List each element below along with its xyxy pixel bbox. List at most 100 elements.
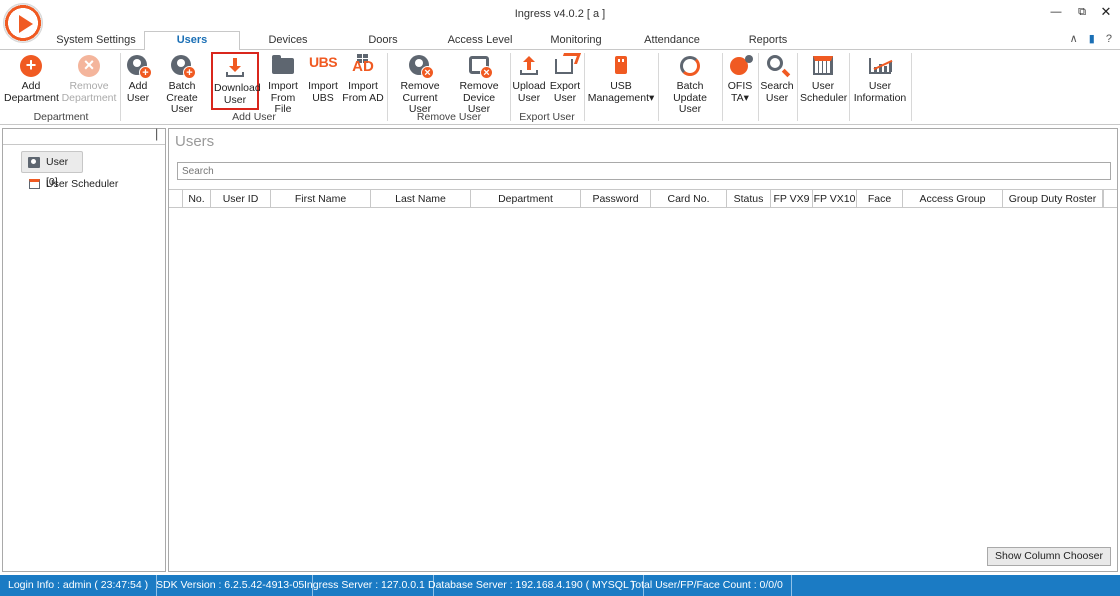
status-database-server: Database Server : 192.168.4.190 ( MYSQL … <box>420 575 644 596</box>
page-title: Users <box>175 133 215 150</box>
remove-device-user-button[interactable]: × Remove Device User <box>451 54 507 116</box>
remove-department-button[interactable]: × Remove Department <box>60 54 118 104</box>
import-ubs-button[interactable]: UBS Import UBS <box>306 54 340 104</box>
tab-users[interactable]: Users <box>144 31 240 51</box>
column-header-card-no[interactable]: Card No. <box>651 190 727 208</box>
refresh-icon <box>677 54 703 78</box>
tab-monitoring[interactable]: Monitoring <box>538 32 614 51</box>
navigation-panel-header: ▕ <box>3 129 165 145</box>
group-label-remove-user: Remove User <box>416 111 482 123</box>
column-header-access-group[interactable]: Access Group <box>903 190 1003 208</box>
column-header-group-duty-roster[interactable]: Group Duty Roster <box>1003 190 1103 208</box>
show-column-chooser-button[interactable]: Show Column Chooser <box>987 547 1111 566</box>
download-icon <box>222 56 248 80</box>
status-ingress-server: Ingress Server : 127.0.0.1 <box>296 575 434 596</box>
navigation-panel: ▕ User [0] User Scheduler <box>2 128 166 572</box>
add-user-icon: + <box>125 54 152 79</box>
help-button[interactable]: ? <box>1106 33 1112 45</box>
usb-icon <box>608 54 634 78</box>
export-user-button[interactable]: Export User <box>548 54 582 104</box>
user-information-button[interactable]: User Information <box>852 54 908 104</box>
column-header-no[interactable]: No. <box>183 190 211 208</box>
remove-circle-icon: × <box>76 54 102 78</box>
search-user-button[interactable]: Search User <box>760 54 794 104</box>
group-divider <box>584 53 585 121</box>
user-scheduler-button[interactable]: User Scheduler <box>800 54 847 104</box>
play-icon <box>19 15 33 33</box>
group-label-add-user: Add User <box>232 111 276 123</box>
import-from-file-button[interactable]: Import From File <box>262 54 304 116</box>
users-panel: Users No. User ID First Name Last Name D… <box>168 128 1118 572</box>
restore-button[interactable]: ⧉ <box>1072 3 1092 21</box>
remove-user-icon: × <box>407 54 434 79</box>
tree-item-user-scheduler-label: User Scheduler <box>46 178 119 190</box>
column-header-first-name[interactable]: First Name <box>271 190 371 208</box>
row-indicator-header <box>169 190 183 208</box>
add-department-button[interactable]: + Add Department <box>4 54 59 104</box>
grid-scrollbar[interactable] <box>1103 189 1117 208</box>
ofis-ta-button[interactable]: OFIS TA▾ <box>725 54 755 104</box>
ribbon: + Add Department × Remove Department Dep… <box>0 50 1120 125</box>
batch-update-user-button[interactable]: Batch Update User <box>661 54 719 116</box>
group-divider <box>658 53 659 121</box>
add-user-button[interactable]: + Add User <box>123 54 153 104</box>
group-divider <box>510 53 511 121</box>
collapse-ribbon-button[interactable]: ∧ <box>1070 33 1078 45</box>
ribbon-tabs: System Settings Users Devices Doors Acce… <box>0 30 1120 51</box>
tab-access-level[interactable]: Access Level <box>440 32 520 51</box>
column-header-fp-vx10[interactable]: FP VX10 <box>813 190 857 208</box>
column-header-password[interactable]: Password <box>581 190 651 208</box>
export-icon <box>552 54 578 78</box>
search-input[interactable] <box>177 162 1111 180</box>
tab-system-settings[interactable]: System Settings <box>52 32 140 51</box>
remove-device-icon: × <box>466 54 493 79</box>
group-divider <box>722 53 723 121</box>
close-button[interactable]: ✕ <box>1096 3 1116 21</box>
users-grid-header: No. User ID First Name Last Name Departm… <box>169 189 1117 208</box>
column-header-department[interactable]: Department <box>471 190 581 208</box>
tab-devices[interactable]: Devices <box>250 32 326 51</box>
import-from-ad-button[interactable]: AD Import From AD <box>342 54 384 104</box>
tab-attendance[interactable]: Attendance <box>636 32 708 51</box>
group-divider <box>911 53 912 121</box>
tab-doors[interactable]: Doors <box>350 32 416 51</box>
user-icon <box>28 157 40 168</box>
remove-current-user-button[interactable]: × Remove Current User <box>390 54 450 116</box>
column-header-status[interactable]: Status <box>727 190 771 208</box>
window-title: Ingress v4.0.2 [ a ] <box>514 8 606 20</box>
column-header-fp-vx9[interactable]: FP VX9 <box>771 190 813 208</box>
group-label-department: Department <box>33 111 89 123</box>
app-logo[interactable] <box>3 3 43 43</box>
pin-icon[interactable]: ▕ <box>149 130 157 141</box>
office-icon[interactable]: ▮ <box>1089 33 1095 45</box>
status-total-count: Total User/FP/Face Count : 0/0/0 <box>622 575 792 596</box>
status-sdk-version: SDK Version : 6.2.5.42-4913-05 <box>148 575 314 596</box>
column-header-user-id[interactable]: User ID <box>211 190 271 208</box>
chart-icon <box>867 54 893 78</box>
add-circle-icon: + <box>18 54 44 78</box>
group-divider <box>849 53 850 121</box>
tab-reports[interactable]: Reports <box>738 32 798 51</box>
tab-right-controls: ∧ ▮ ? <box>1062 32 1112 45</box>
download-user-button[interactable]: Download User <box>211 52 261 110</box>
tree-item-user[interactable]: User [0] <box>21 151 83 188</box>
minimize-button[interactable]: — <box>1046 3 1066 21</box>
ofis-ta-icon <box>727 54 753 78</box>
upload-icon <box>516 54 542 78</box>
search-icon <box>764 54 790 78</box>
status-bar: Login Info : admin ( 23:47:54 ) SDK Vers… <box>0 575 1120 596</box>
ubs-icon: UBS <box>308 54 338 70</box>
group-divider <box>797 53 798 121</box>
upload-user-button[interactable]: Upload User <box>512 54 546 104</box>
scheduler-icon <box>29 179 40 189</box>
column-header-face[interactable]: Face <box>857 190 903 208</box>
status-login-info: Login Info : admin ( 23:47:54 ) <box>0 575 158 596</box>
folder-icon <box>270 54 296 78</box>
batch-add-user-icon: + <box>169 54 196 79</box>
usb-management-button[interactable]: USB Management▾ <box>587 54 655 104</box>
tree-item-user-scheduler[interactable]: User Scheduler <box>29 178 118 190</box>
active-directory-icon: AD <box>350 54 376 78</box>
batch-create-user-button[interactable]: + Batch Create User <box>155 54 209 116</box>
group-label-export-user: Export User <box>519 111 575 123</box>
column-header-last-name[interactable]: Last Name <box>371 190 471 208</box>
